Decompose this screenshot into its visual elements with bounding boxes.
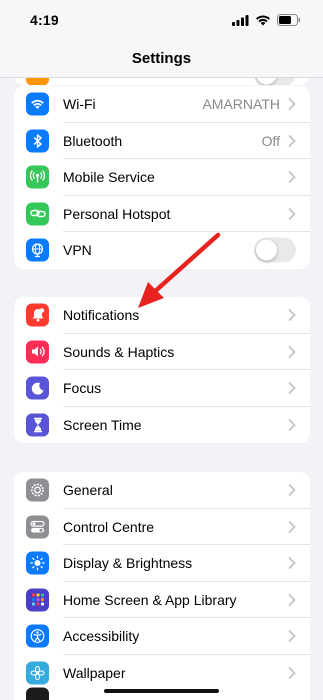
vpn-toggle[interactable] [254, 237, 296, 263]
chevron-right-icon [288, 382, 296, 395]
chevron-right-icon [288, 345, 296, 358]
page-title: Settings [131, 50, 192, 67]
settings-row-label: Mobile Service [63, 169, 155, 186]
app-grid-icon [26, 588, 49, 612]
status-icons [232, 14, 301, 26]
chevron-right-icon [288, 207, 296, 220]
settings-row-label: Accessibility [63, 628, 140, 645]
chevron-right-icon [288, 418, 296, 431]
settings-row-personal-hotspot[interactable]: Personal Hotspot [14, 196, 310, 232]
chevron-right-icon [288, 98, 296, 111]
chevron-right-icon [288, 309, 296, 322]
wifi-network-value: AMARNATH [202, 96, 280, 113]
chevron-right-icon [288, 484, 296, 497]
settings-group-notifications: Notifications Sounds & Haptics Focus Scr… [14, 297, 310, 443]
settings-row-mobile-service[interactable]: Mobile Service [14, 159, 310, 196]
settings-row-label: Focus [63, 380, 102, 397]
sun-icon [26, 551, 49, 575]
flower-icon [26, 661, 49, 685]
settings-row-label: VPN [63, 242, 92, 259]
moon-icon [26, 376, 49, 400]
settings-row-focus[interactable]: Focus [14, 370, 310, 407]
antenna-icon [26, 165, 49, 189]
cellular-signal-icon [232, 14, 249, 26]
settings-row-wifi[interactable]: Wi-Fi AMARNATH [14, 86, 310, 123]
bluetooth-status-value: Off [261, 132, 280, 149]
settings-row-label: Personal Hotspot [63, 205, 171, 222]
settings-row-label: Control Centre [63, 518, 155, 535]
partial-row-icon [26, 687, 49, 700]
settings-row-label: Wi-Fi [63, 96, 96, 113]
toggle-knob [256, 239, 277, 261]
annotation-arrow [138, 232, 221, 308]
bluetooth-icon [26, 129, 49, 153]
accessibility-icon [26, 624, 49, 648]
globe-icon [26, 238, 49, 262]
settings-row-home-screen[interactable]: Home Screen & App Library [14, 582, 310, 618]
chevron-right-icon [288, 520, 296, 533]
chevron-right-icon [288, 593, 296, 606]
speaker-icon [26, 340, 49, 364]
settings-row-label: General [63, 482, 113, 499]
status-time: 4:19 [30, 12, 59, 28]
status-bar: 4:19 [0, 0, 323, 40]
wifi-status-icon [256, 15, 270, 26]
chevron-right-icon [288, 630, 296, 643]
battery-icon [277, 14, 301, 26]
settings-row-label: Wallpaper [63, 664, 126, 681]
settings-row-sounds-haptics[interactable]: Sounds & Haptics [14, 334, 310, 370]
settings-row-wallpaper[interactable]: Wallpaper [14, 655, 310, 692]
chevron-right-icon [288, 666, 296, 679]
settings-row-label: Screen Time [63, 416, 142, 433]
settings-row-accessibility[interactable]: Accessibility [14, 618, 310, 655]
nav-bar: Settings [0, 40, 323, 78]
settings-row-screen-time[interactable]: Screen Time [14, 407, 310, 444]
settings-row-label: Sounds & Haptics [63, 343, 175, 360]
home-indicator[interactable] [104, 689, 219, 693]
bell-icon [26, 303, 49, 327]
settings-row-general[interactable]: General [14, 472, 310, 509]
gear-icon [26, 478, 49, 502]
settings-row-label: Home Screen & App Library [63, 591, 237, 608]
link-icon [26, 202, 49, 226]
settings-row-label: Bluetooth [63, 132, 123, 149]
chevron-right-icon [288, 171, 296, 184]
settings-row-control-centre[interactable]: Control Centre [14, 509, 310, 545]
settings-row-bluetooth[interactable]: Bluetooth Off [14, 123, 310, 159]
settings-row-label: Notifications [63, 307, 140, 324]
chevron-right-icon [288, 134, 296, 147]
settings-row-display-brightness[interactable]: Display & Brightness [14, 545, 310, 582]
hourglass-icon [26, 413, 49, 437]
switches-icon [26, 515, 49, 539]
chevron-right-icon [288, 557, 296, 570]
settings-group-general: General Control Centre Display & Brightn… [14, 472, 310, 700]
settings-row-label: Display & Brightness [63, 555, 193, 572]
wifi-icon [26, 92, 49, 116]
